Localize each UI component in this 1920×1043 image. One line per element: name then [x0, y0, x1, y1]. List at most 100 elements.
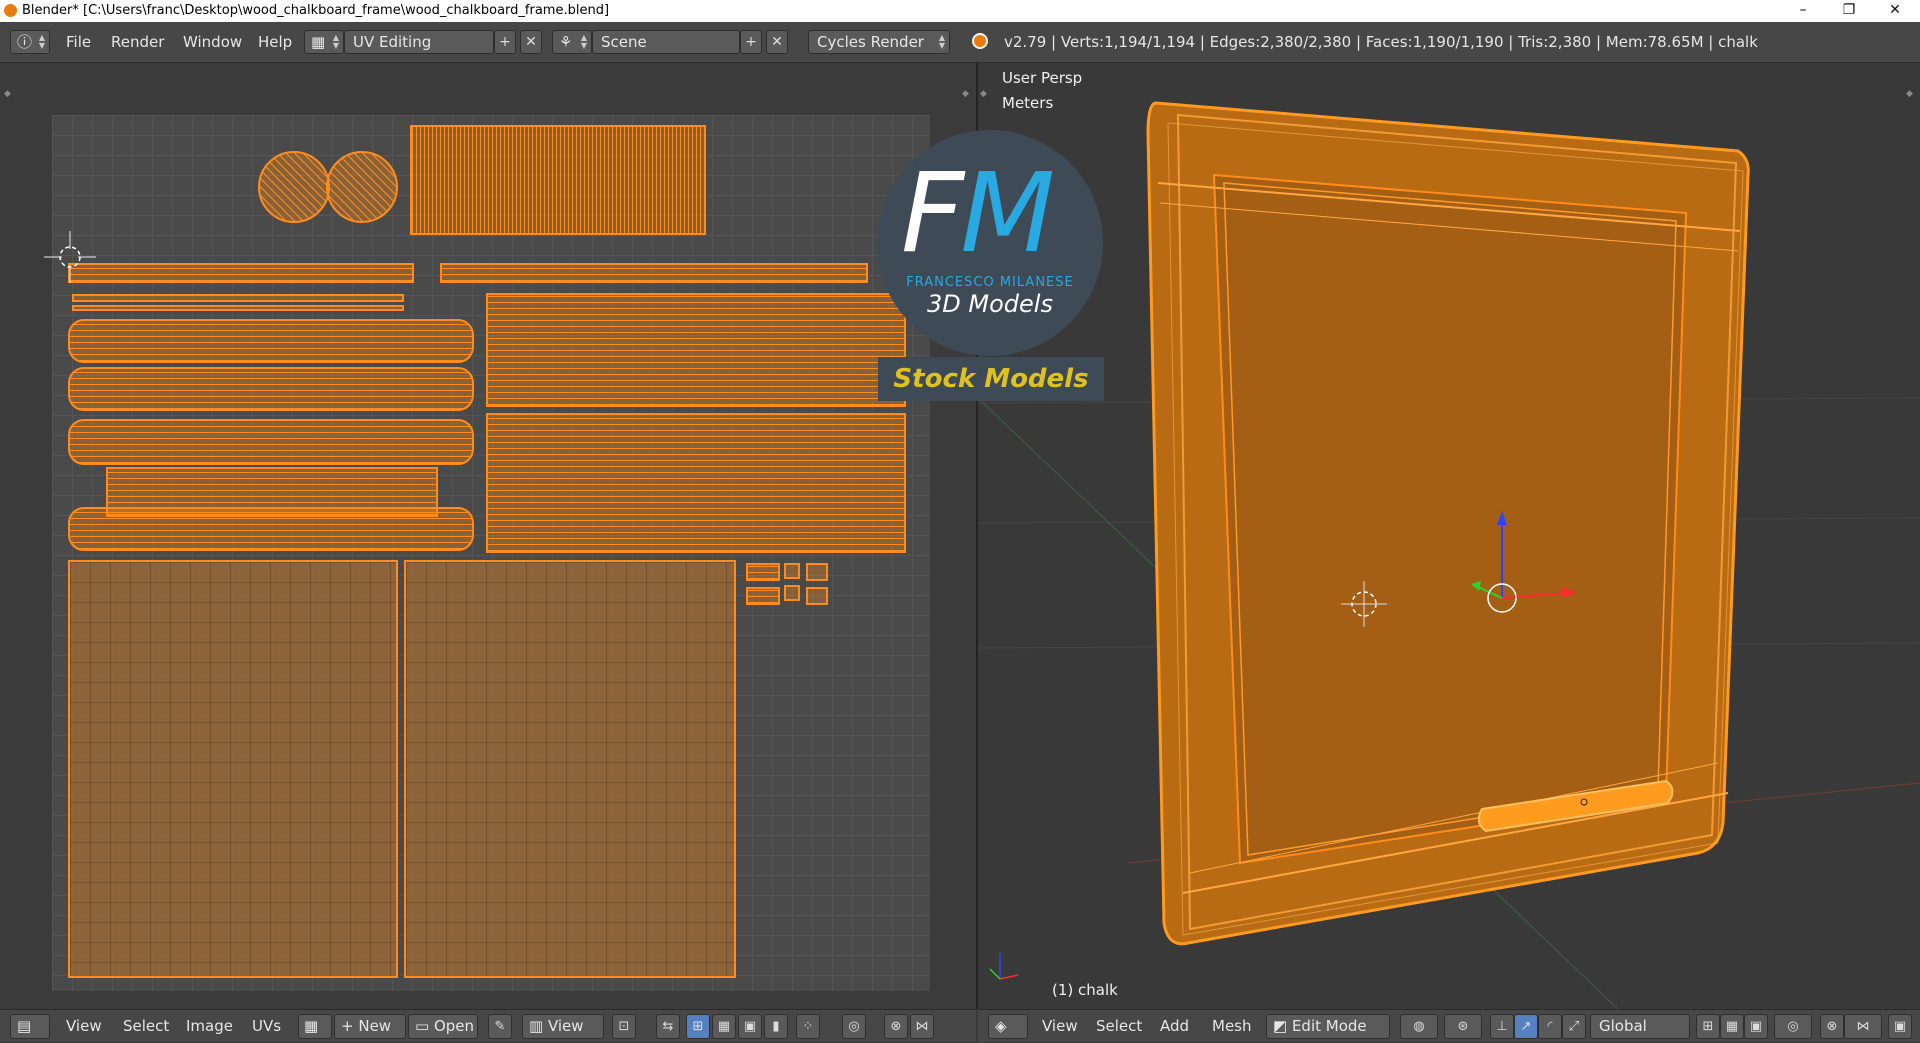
- screen-layout-name[interactable]: UV Editing: [344, 30, 494, 54]
- menu-help[interactable]: Help: [258, 22, 292, 62]
- uv-island-strip[interactable]: [68, 263, 414, 283]
- uv-island-small[interactable]: [784, 585, 800, 601]
- add-screen-button[interactable]: +: [494, 30, 516, 54]
- edit-mode-icon: ◩: [1273, 1017, 1292, 1035]
- edge-select-icon[interactable]: ▦: [712, 1014, 736, 1039]
- uv-island-small[interactable]: [746, 563, 780, 581]
- delete-scene-button[interactable]: ✕: [766, 30, 788, 54]
- pivot-point-icon[interactable]: ⊛: [1444, 1014, 1482, 1039]
- pivot-icon[interactable]: ⊡: [612, 1014, 636, 1039]
- maximize-button[interactable]: ❐: [1826, 0, 1872, 22]
- uv-island-small[interactable]: [806, 563, 828, 581]
- pin-icon[interactable]: ✎: [488, 1014, 512, 1039]
- snap-icon[interactable]: ⊗: [1820, 1014, 1844, 1039]
- proportional-edit-icon[interactable]: ◎: [1774, 1014, 1812, 1039]
- rotate-manipulator-icon[interactable]: ◜: [1538, 1014, 1562, 1039]
- snap-element-icon[interactable]: ⋈: [1844, 1014, 1882, 1039]
- view-mode-dropdown[interactable]: ▥ View: [522, 1014, 604, 1039]
- vertex-select-icon[interactable]: ⊞: [686, 1014, 710, 1039]
- uv-island-planks[interactable]: [486, 413, 906, 553]
- uv-island-small[interactable]: [806, 587, 828, 605]
- uv-menu-image[interactable]: Image: [186, 1010, 233, 1043]
- manipulator-toggle-icon[interactable]: ⊥: [1490, 1014, 1514, 1039]
- image-browse-button[interactable]: ▦: [298, 1014, 332, 1039]
- minimize-button[interactable]: –: [1780, 0, 1826, 22]
- region-expand-icon[interactable]: ◆: [4, 89, 11, 99]
- uv-2d-cursor-icon[interactable]: [40, 227, 100, 287]
- logo-letter-f: F: [901, 149, 964, 277]
- editor-type-info-button[interactable]: ⓘ ▲ ▼: [10, 30, 50, 54]
- uv-island-rounded[interactable]: [68, 367, 474, 411]
- new-image-label: New: [358, 1017, 392, 1035]
- open-image-label: Open: [433, 1017, 475, 1035]
- uv-menu-uvs[interactable]: UVs: [252, 1010, 281, 1043]
- uv-island-small[interactable]: [746, 587, 780, 605]
- blender-logo-icon: [4, 4, 17, 17]
- transform-orientation-dropdown[interactable]: Global: [1590, 1014, 1690, 1039]
- uv-menu-view[interactable]: View: [66, 1010, 102, 1043]
- info-icon: ⓘ: [17, 33, 33, 51]
- face-select-icon[interactable]: ▣: [1744, 1014, 1768, 1039]
- blender-logo-icon: [972, 33, 988, 49]
- render-engine-label: Cycles Render: [817, 33, 924, 51]
- uv-island-planks[interactable]: [486, 293, 906, 407]
- add-scene-button[interactable]: +: [740, 30, 762, 54]
- menu-render[interactable]: Render: [111, 22, 164, 62]
- uv-image-editor[interactable]: ◆ ◆: [0, 63, 976, 1009]
- screen-layout-selector[interactable]: ▦ ▲ ▼: [304, 30, 344, 54]
- uv-island-circle[interactable]: [326, 151, 398, 223]
- uv-island-strip[interactable]: [440, 263, 868, 283]
- edge-select-icon[interactable]: ▦: [1720, 1014, 1744, 1039]
- sync-selection-icon[interactable]: ⇆: [656, 1014, 680, 1039]
- viewport-scene[interactable]: [978, 63, 1920, 1009]
- view3d-menu-select[interactable]: Select: [1096, 1010, 1142, 1043]
- uv-island-board-back[interactable]: [404, 560, 736, 978]
- translate-manipulator-icon[interactable]: ↗: [1514, 1014, 1538, 1039]
- proportional-edit-icon[interactable]: ◎: [842, 1014, 866, 1039]
- editor-type-button[interactable]: ◈: [988, 1014, 1028, 1039]
- scene-selector[interactable]: ⚘ ▲ ▼: [552, 30, 592, 54]
- uv-island-lined-block[interactable]: [410, 125, 706, 235]
- opengl-render-icon[interactable]: ▣: [1888, 1014, 1912, 1039]
- scene-icon: ⚘: [559, 33, 573, 51]
- face-select-icon[interactable]: ▣: [738, 1014, 762, 1039]
- delete-screen-button[interactable]: ✕: [520, 30, 542, 54]
- uv-island-circle[interactable]: [258, 151, 330, 223]
- uv-island-rounded[interactable]: [68, 319, 474, 363]
- 3d-viewport[interactable]: ◆ ◆ User Persp Meters (1) chalk: [978, 63, 1920, 1009]
- viewport-shading-icon[interactable]: ◍: [1400, 1014, 1438, 1039]
- menu-window[interactable]: Window: [183, 22, 242, 62]
- uv-island-rounded[interactable]: [68, 507, 474, 551]
- view3d-menu-mesh[interactable]: Mesh: [1212, 1010, 1252, 1043]
- uv-island-thin-strip[interactable]: [72, 294, 404, 302]
- menu-file[interactable]: File: [66, 22, 91, 62]
- open-image-button[interactable]: ▭ Open: [408, 1014, 478, 1039]
- uv-island-rounded[interactable]: [68, 419, 474, 465]
- window-title: Blender* [C:\Users\franc\Desktop\wood_ch…: [22, 3, 610, 18]
- close-button[interactable]: ✕: [1872, 0, 1918, 22]
- logo-letter-m: M: [960, 149, 1055, 277]
- 3d-view-header: ◈ View Select Add Mesh ◩ Edit Mode ◍ ⊛ ⊥…: [978, 1009, 1920, 1042]
- view3d-menu-view[interactable]: View: [1042, 1010, 1078, 1043]
- new-image-button[interactable]: + New: [334, 1014, 406, 1039]
- island-select-icon[interactable]: ▮: [764, 1014, 788, 1039]
- uv-island-thin-strip[interactable]: [72, 305, 404, 311]
- region-expand-icon[interactable]: ◆: [962, 89, 969, 99]
- view-mode-label: View: [547, 1017, 584, 1035]
- 3d-view-icon: ◈: [995, 1017, 1007, 1035]
- snap-element-icon[interactable]: ⋈: [910, 1014, 934, 1039]
- render-engine-dropdown[interactable]: Cycles Render ▲ ▼: [808, 30, 950, 54]
- editor-type-button[interactable]: ▤: [10, 1014, 50, 1039]
- mode-dropdown[interactable]: ◩ Edit Mode: [1266, 1014, 1390, 1039]
- scene-name[interactable]: Scene: [592, 30, 740, 54]
- sticky-mode-icon[interactable]: ⁘: [796, 1014, 820, 1039]
- uv-island-board-front[interactable]: [68, 560, 398, 978]
- uv-island-small[interactable]: [784, 563, 800, 579]
- scale-manipulator-icon[interactable]: ⤢: [1562, 1014, 1586, 1039]
- uv-menu-select[interactable]: Select: [123, 1010, 169, 1043]
- vertex-select-icon[interactable]: ⊞: [1696, 1014, 1720, 1039]
- snap-icon[interactable]: ⊗: [884, 1014, 908, 1039]
- info-header: ⓘ ▲ ▼ File Render Window Help ▦ ▲ ▼ UV Editi…: [0, 22, 1920, 63]
- view3d-menu-add[interactable]: Add: [1160, 1010, 1189, 1043]
- x-icon: ✕: [525, 34, 537, 50]
